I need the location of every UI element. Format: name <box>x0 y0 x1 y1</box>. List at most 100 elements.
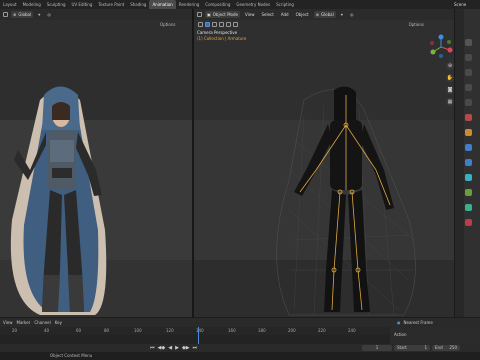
scene-selector[interactable]: Scene <box>452 2 480 7</box>
grid-icon[interactable]: ▦ <box>446 98 454 106</box>
action-panel: Action <box>390 327 480 344</box>
tab-texture-paint[interactable]: Texture Paint <box>95 0 127 9</box>
transform-orientation[interactable]: ⊕ Global <box>313 11 336 18</box>
workspace-bar: Layout Modeling Sculpting UV Editing Tex… <box>0 0 480 9</box>
zoom-icon[interactable]: ⊕ <box>446 62 454 70</box>
properties-editor <box>464 9 480 317</box>
play-reverse-icon[interactable]: ◀ <box>168 345 172 351</box>
globe-icon: ⊕ <box>315 12 319 17</box>
tab-sculpting[interactable]: Sculpting <box>44 0 69 9</box>
view-layer-tab-icon[interactable] <box>465 84 472 91</box>
pan-hand-icon[interactable]: ✋ <box>446 74 454 82</box>
tab-rendering[interactable]: Rendering <box>176 0 202 9</box>
scene-tab-icon[interactable] <box>465 99 472 106</box>
tab-uv-editing[interactable]: UV Editing <box>69 0 96 9</box>
right-viewport-header: ▣ Object Mode View Select Add Object ⊕ G… <box>194 9 454 20</box>
menu-object[interactable]: Object <box>294 11 311 18</box>
select-box-icon[interactable] <box>205 22 210 27</box>
wireframe-character <box>194 20 454 317</box>
next-key-icon[interactable]: ◆▶ <box>182 345 190 351</box>
viewport-overlay-text: Camera Perspective (1) Collection | Arma… <box>197 30 246 42</box>
timeline-ruler[interactable]: 20 40 60 80 100 120 140 160 180 200 220 … <box>0 327 390 335</box>
ruler-tick: 180 <box>258 328 266 333</box>
ruler-tick: 20 <box>12 328 18 333</box>
left-options[interactable]: Options <box>160 20 175 29</box>
tab-compositing[interactable]: Compositing <box>202 0 233 9</box>
snap-icon[interactable]: ⌖ <box>339 11 345 18</box>
current-frame-field[interactable]: 1 <box>362 345 392 351</box>
tab-layout[interactable]: Layout <box>0 0 20 9</box>
object-tab-icon[interactable] <box>465 129 472 136</box>
play-icon[interactable]: ▶ <box>175 345 179 351</box>
playback-controls: ⏮ ◀◆ ◀ ▶ ◆▶ ⏭ 1 Start 1 End 250 <box>0 344 480 352</box>
viewport-nav-buttons: ⊕ ✋ ◙ ▦ <box>446 62 454 106</box>
globe-icon: ⊕ <box>13 12 17 17</box>
playhead[interactable] <box>198 327 199 344</box>
timeline-menu-view[interactable]: View <box>3 320 13 325</box>
tab-shading[interactable]: Shading <box>127 0 149 9</box>
action-label[interactable]: Action <box>394 332 407 337</box>
render-viewport[interactable] <box>0 20 192 317</box>
timeline-menu-marker[interactable]: Marker <box>17 320 31 325</box>
ruler-tick: 120 <box>166 328 174 333</box>
tab-geometry-nodes[interactable]: Geometry Nodes <box>233 0 273 9</box>
cursor-icon[interactable] <box>198 22 203 27</box>
ruler-tick: 60 <box>76 328 82 333</box>
ruler-tick: 100 <box>134 328 142 333</box>
menu-select[interactable]: Select <box>259 11 275 18</box>
transport-buttons: ⏮ ◀◆ ◀ ▶ ◆▶ ⏭ <box>150 345 197 351</box>
particles-tab-icon[interactable] <box>465 159 472 166</box>
modifier-tab-icon[interactable] <box>465 144 472 151</box>
timeline-menu-channel[interactable]: Channel <box>34 320 50 325</box>
record-icon: ● <box>397 320 401 325</box>
select-extend-icon[interactable] <box>212 22 217 27</box>
ruler-tick: 240 <box>348 328 356 333</box>
start-frame-field[interactable]: Start 1 <box>394 345 430 351</box>
cube-icon: ▣ <box>207 12 211 17</box>
physics-tab-icon[interactable] <box>465 174 472 181</box>
ruler-tick: 200 <box>288 328 296 333</box>
select-subtract-icon[interactable] <box>219 22 224 27</box>
end-frame-field[interactable]: End 250 <box>432 345 460 351</box>
keying-dropdown[interactable]: ● Nearest Frame <box>397 320 433 325</box>
tool-tab-icon[interactable] <box>465 39 472 46</box>
object-mode-dropdown[interactable]: ▣ Object Mode <box>205 11 240 18</box>
select-intersect-icon[interactable] <box>233 22 238 27</box>
jump-start-icon[interactable]: ⏮ <box>150 345 155 351</box>
ruler-tick: 40 <box>44 328 50 333</box>
prev-key-icon[interactable]: ◀◆ <box>158 345 166 351</box>
proportional-icon[interactable]: ◎ <box>348 11 356 18</box>
timeline-menu-key[interactable]: Key <box>55 320 62 325</box>
material-tab-icon[interactable] <box>465 219 472 226</box>
snap-icon[interactable]: ⌖ <box>36 11 42 18</box>
render-tab-icon[interactable] <box>465 54 472 61</box>
world-tab-icon[interactable] <box>465 114 472 121</box>
camera-icon[interactable]: ◙ <box>446 86 454 94</box>
tab-scripting[interactable]: Scripting <box>273 0 297 9</box>
right-tool-row: Options <box>194 20 454 29</box>
navigation-gizmo[interactable] <box>428 34 454 60</box>
tab-animation[interactable]: Animation <box>149 0 176 9</box>
right-options[interactable]: Options <box>409 22 454 27</box>
timeline-area[interactable] <box>0 335 390 344</box>
select-invert-icon[interactable] <box>226 22 231 27</box>
menu-add[interactable]: Add <box>279 11 291 18</box>
ruler-tick: 160 <box>228 328 236 333</box>
status-bar: Object Context Menu <box>0 352 480 360</box>
timeline-header: View Marker Channel Key ● Nearest Frame <box>0 318 480 327</box>
collection-label: (1) Collection | Armature <box>197 36 247 41</box>
output-tab-icon[interactable] <box>465 69 472 76</box>
proportional-icon[interactable]: ◎ <box>45 11 53 18</box>
data-tab-icon[interactable] <box>465 204 472 211</box>
editor-type-icon[interactable] <box>197 12 202 17</box>
wireframe-viewport[interactable] <box>194 20 454 317</box>
editor-type-icon[interactable] <box>3 12 8 17</box>
left-viewport-header: ⊕ Global ⌖ ◎ <box>0 9 192 20</box>
rendered-character <box>0 20 192 317</box>
jump-end-icon[interactable]: ⏭ <box>193 345 198 351</box>
constraints-tab-icon[interactable] <box>465 189 472 196</box>
tab-modeling[interactable]: Modeling <box>20 0 44 9</box>
menu-view[interactable]: View <box>243 11 257 18</box>
viewport-side-strip <box>454 9 464 317</box>
transform-orientation[interactable]: ⊕ Global <box>11 11 34 18</box>
